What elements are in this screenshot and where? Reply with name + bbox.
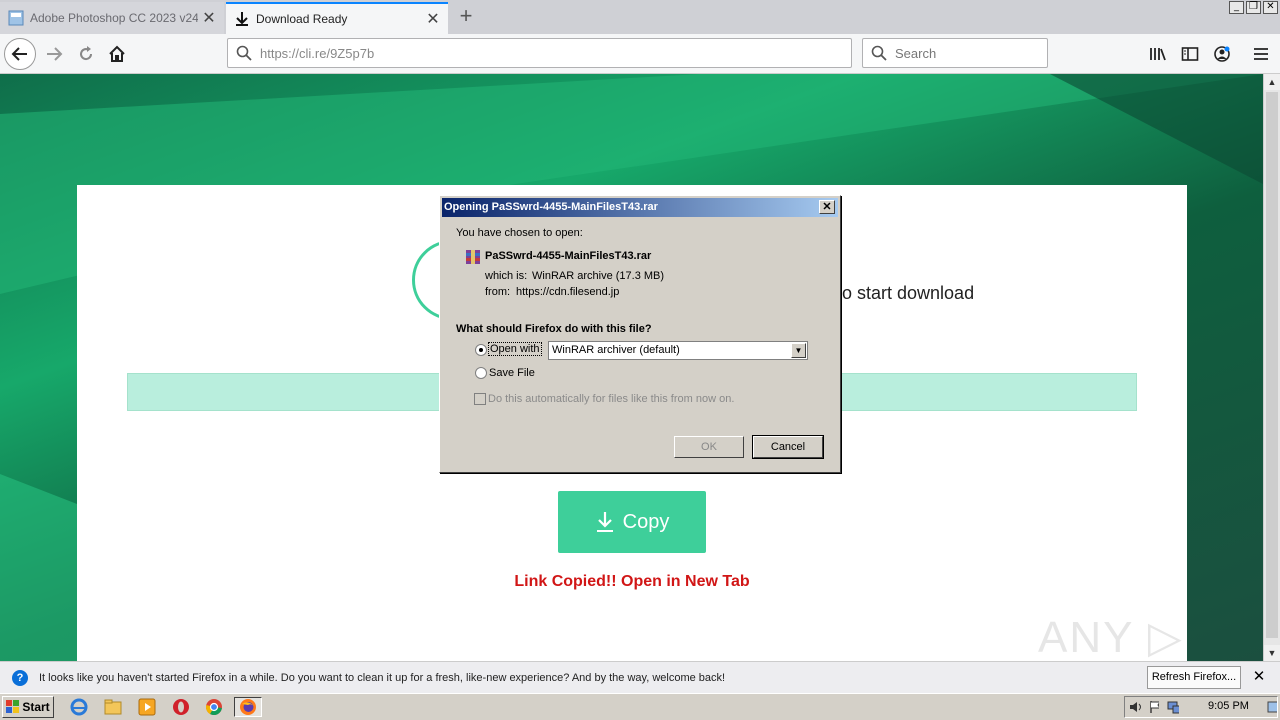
account-icon[interactable]: [1210, 42, 1234, 66]
refresh-firefox-button[interactable]: Refresh Firefox...: [1147, 666, 1241, 689]
scroll-up-icon[interactable]: ▲: [1264, 74, 1280, 90]
menu-icon[interactable]: [1249, 42, 1273, 66]
vertical-scrollbar[interactable]: ▲ ▼: [1263, 74, 1280, 661]
media-player-icon[interactable]: [136, 697, 158, 717]
file-type-label: which is:: [485, 270, 528, 282]
page-favicon-icon: [8, 10, 24, 26]
dialog-titlebar: Opening PaSSwrd-4455-MainFilesT43.rar ✕: [442, 198, 838, 217]
search-icon: [236, 45, 252, 61]
new-tab-button[interactable]: +: [452, 5, 480, 29]
reload-button[interactable]: [70, 38, 102, 70]
link-copied-message: Link Copied!! Open in New Tab: [514, 573, 750, 590]
search-box[interactable]: Search: [862, 38, 1048, 68]
file-explorer-icon[interactable]: [102, 697, 124, 717]
close-window-icon[interactable]: ✕: [1263, 1, 1278, 14]
scroll-thumb[interactable]: [1266, 92, 1278, 638]
start-button[interactable]: Start: [2, 696, 54, 718]
notification-message: It looks like you haven't started Firefo…: [39, 671, 726, 684]
close-icon[interactable]: ✕: [1250, 668, 1268, 686]
dialog-title: Opening PaSSwrd-4455-MainFilesT43.rar: [444, 201, 658, 213]
windows-logo-icon: [6, 700, 20, 713]
save-file-label[interactable]: Save File: [489, 367, 535, 379]
minimize-icon[interactable]: _: [1229, 1, 1244, 14]
application-select[interactable]: WinRAR archiver (default) ▼: [548, 341, 808, 360]
open-file-dialog: Opening PaSSwrd-4455-MainFilesT43.rar ✕ …: [439, 195, 841, 473]
auto-action-checkbox[interactable]: [474, 393, 486, 405]
file-name: PaSSwrd-4455-MainFilesT43.rar: [485, 250, 652, 262]
tab-photoshop[interactable]: Adobe Photoshop CC 2023 v24.5 ✕: [0, 2, 224, 34]
winrar-file-icon: [466, 250, 480, 264]
firefox-taskbar-icon[interactable]: [234, 697, 262, 717]
chosen-label: You have chosen to open:: [456, 227, 583, 239]
auto-action-label: Do this automatically for files like thi…: [488, 393, 735, 405]
sidebar-icon[interactable]: [1178, 42, 1202, 66]
start-download-text: to start download: [837, 283, 975, 303]
back-button[interactable]: [4, 38, 36, 70]
download-arrow-icon: [596, 512, 613, 532]
start-label: Start: [22, 700, 50, 714]
action-question: What should Firefox do with this file?: [456, 323, 652, 335]
copy-button[interactable]: Copy: [558, 491, 706, 553]
cancel-button[interactable]: Cancel: [752, 435, 824, 459]
back-arrow-icon: [11, 47, 27, 61]
home-button[interactable]: [101, 38, 133, 70]
info-icon: ?: [12, 669, 28, 686]
close-tab-icon[interactable]: ✕: [422, 8, 444, 30]
window-controls: _ ❐ ✕: [1229, 1, 1278, 14]
address-bar[interactable]: https://cli.re/9Z5p7b: [227, 38, 852, 68]
tab-title: Download Ready: [256, 12, 348, 26]
file-source-label: from:: [485, 286, 511, 298]
volume-icon[interactable]: [1129, 700, 1141, 714]
clock: 9:05 PM: [1208, 700, 1249, 712]
url-text: https://cli.re/9Z5p7b: [260, 45, 375, 61]
search-placeholder: Search: [895, 45, 937, 61]
scroll-down-icon[interactable]: ▼: [1264, 645, 1280, 661]
system-tray: [1124, 696, 1278, 718]
notification-bar: ? It looks like you haven't started Fire…: [0, 661, 1280, 693]
open-with-label[interactable]: Open with: [488, 342, 542, 356]
home-icon: [109, 45, 125, 62]
chrome-icon[interactable]: [203, 697, 225, 717]
application-select-value: WinRAR archiver (default): [552, 344, 680, 356]
tab-download-ready[interactable]: Download Ready ✕: [226, 2, 448, 34]
download-icon: [234, 11, 250, 27]
opera-icon[interactable]: [170, 697, 192, 717]
dialog-close-button[interactable]: ✕: [819, 200, 835, 214]
tab-title: Adobe Photoshop CC 2023 v24.5: [30, 11, 198, 25]
restore-icon[interactable]: ❐: [1246, 1, 1261, 14]
file-source-value: https://cdn.filesend.jp: [516, 286, 620, 298]
tab-bar: Adobe Photoshop CC 2023 v24.5 ✕ Download…: [0, 0, 1280, 34]
forward-button[interactable]: [38, 38, 70, 70]
ok-button[interactable]: OK: [674, 436, 744, 458]
flag-icon[interactable]: [1149, 700, 1159, 714]
chevron-down-icon[interactable]: ▼: [791, 343, 806, 358]
search-icon: [871, 45, 887, 61]
copy-button-label: Copy: [622, 510, 670, 533]
internet-explorer-icon[interactable]: [68, 697, 90, 717]
network-icon[interactable]: [1167, 700, 1179, 714]
file-type-value: WinRAR archive (17.3 MB): [532, 270, 665, 282]
forward-arrow-icon: [47, 47, 63, 61]
taskbar: Start 9:05 PM: [0, 693, 1280, 720]
show-desktop-icon[interactable]: [1267, 701, 1277, 713]
open-with-radio[interactable]: [475, 344, 487, 356]
library-icon[interactable]: [1146, 42, 1170, 66]
reload-icon: [80, 46, 93, 61]
navigation-toolbar: https://cli.re/9Z5p7b Search: [0, 34, 1280, 74]
close-tab-icon[interactable]: ✕: [198, 7, 220, 29]
save-file-radio[interactable]: [475, 367, 487, 379]
